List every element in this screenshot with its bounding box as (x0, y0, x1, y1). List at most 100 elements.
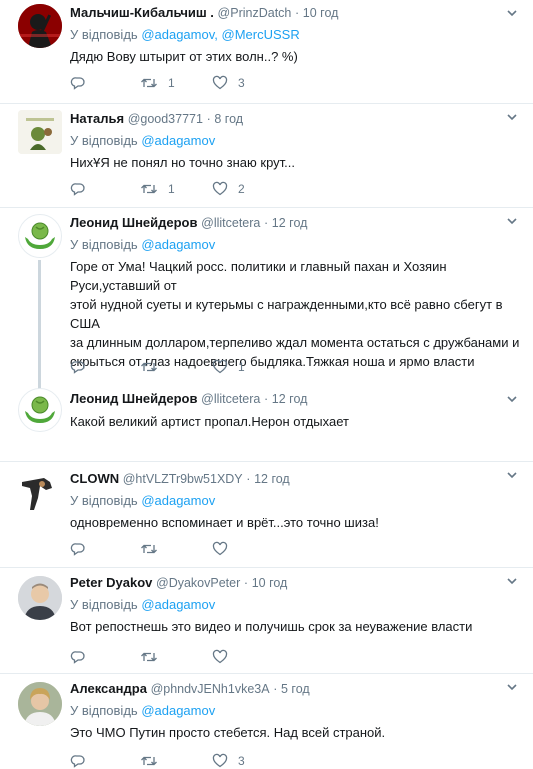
tweet-header: Наталья @good37771 · 8 год (70, 110, 521, 128)
like-button[interactable]: 3 (212, 753, 246, 769)
display-name[interactable]: Мальчиш-Кибальчиш . (70, 5, 214, 20)
display-name[interactable]: Peter Dyakov (70, 575, 152, 590)
replying-label: У відповідь (70, 27, 138, 42)
like-icon (212, 75, 228, 90)
like-icon (212, 649, 228, 664)
reply-button[interactable] (70, 75, 104, 91)
reply-button[interactable] (70, 359, 104, 375)
like-button[interactable]: 1 (212, 359, 246, 375)
tweet-text: Дядю Вову штырит от этих волн..? %) (70, 49, 298, 64)
retweet-icon (141, 544, 157, 554)
tweet-text: НихҰЯ не понял но точно знаю крут... (70, 155, 296, 170)
mention-link[interactable]: @MercUSSR (222, 27, 300, 42)
tweet-text-line: этой нудной суеты и кутерьмы с награжден… (70, 297, 503, 331)
display-name[interactable]: Наталья (70, 111, 124, 126)
avatar[interactable] (18, 682, 62, 726)
user-handle[interactable]: @llitcetera (201, 216, 260, 230)
tweet[interactable]: Леонид Шнейдеров @llitcetera · 12 год У … (0, 208, 533, 390)
user-handle[interactable]: @htVLZTr9bw51XDY (123, 472, 243, 486)
tweet-header: Мальчиш-Кибальчиш . @PrinzDatch · 10 год (70, 4, 521, 22)
replying-label: У відповідь (70, 703, 138, 718)
avatar[interactable] (18, 576, 62, 620)
timestamp[interactable]: 5 год (281, 682, 310, 696)
user-handle[interactable]: @PrinzDatch (218, 6, 292, 20)
reply-button[interactable] (70, 541, 104, 557)
tweet[interactable]: Мальчиш-Кибальчиш . @PrinzDatch · 10 год… (0, 0, 533, 104)
retweet-button[interactable]: 1 (140, 76, 176, 90)
replying-to: У відповідь @adagamov (70, 702, 521, 719)
user-handle[interactable]: @phndvJENh1vke3A (151, 682, 270, 696)
display-name[interactable]: Леонид Шнейдеров (70, 215, 198, 230)
retweet-button[interactable] (140, 360, 176, 374)
display-name[interactable]: Леонид Шнейдеров (70, 391, 198, 406)
retweet-icon (141, 78, 157, 88)
user-handle[interactable]: @good37771 (128, 112, 203, 126)
reply-icon (70, 755, 85, 768)
tweet[interactable]: Александра @phndvJENh1vke3A · 5 год У ві… (0, 674, 533, 769)
like-button[interactable]: 3 (212, 75, 246, 91)
tweet[interactable]: Леонид Шнейдеров @llitcetera · 12 год Ка… (0, 386, 533, 462)
tweet-actions: 3 (70, 752, 282, 769)
tweet-header: Леонид Шнейдеров @llitcetera · 12 год (70, 390, 521, 408)
mention-link[interactable]: @adagamov (141, 133, 215, 148)
chevron-down-icon[interactable] (505, 110, 519, 124)
timestamp[interactable]: 12 год (254, 472, 290, 486)
user-handle[interactable]: @DyakovPeter (156, 576, 240, 590)
replying-to: У відповідь @adagamov (70, 236, 521, 253)
retweet-button[interactable]: 1 (140, 182, 176, 196)
retweet-button[interactable] (140, 542, 176, 556)
avatar[interactable] (18, 214, 62, 258)
avatar[interactable] (18, 468, 62, 512)
replying-label: У відповідь (70, 133, 138, 148)
tweet[interactable]: Наталья @good37771 · 8 год У відповідь @… (0, 104, 533, 208)
avatar[interactable] (18, 110, 62, 154)
replying-label: У відповідь (70, 597, 138, 612)
retweet-count: 1 (168, 182, 175, 196)
mention-link[interactable]: @adagamov (141, 237, 215, 252)
timestamp[interactable]: 12 год (272, 216, 308, 230)
tweet-text-line: Горе от Ума! Чацкий росс. политики и гла… (70, 259, 447, 274)
like-button[interactable] (212, 649, 246, 665)
mention-link[interactable]: @adagamov, (141, 27, 218, 42)
tweet[interactable]: CLOWN @htVLZTr9bw51XDY · 12 год У відпов… (0, 462, 533, 568)
like-button[interactable]: 2 (212, 181, 246, 197)
timestamp[interactable]: 8 год (214, 112, 243, 126)
like-button[interactable] (212, 541, 246, 557)
reply-button[interactable] (70, 181, 104, 197)
separator-dot: · (264, 392, 269, 406)
separator-dot: · (246, 472, 251, 486)
user-handle[interactable]: @llitcetera (201, 392, 260, 406)
chevron-down-icon[interactable] (505, 468, 519, 482)
retweet-icon (141, 362, 157, 372)
timestamp[interactable]: 12 год (272, 392, 308, 406)
chevron-down-icon[interactable] (505, 6, 519, 20)
tweet-text: Вот репостнешь это видео и получишь срок… (70, 619, 473, 634)
tweet[interactable]: Peter Dyakov @DyakovPeter · 10 год У від… (0, 568, 533, 674)
chevron-down-icon[interactable] (505, 392, 519, 406)
mention-link[interactable]: @adagamov (141, 493, 215, 508)
reply-button[interactable] (70, 753, 104, 769)
retweet-icon (141, 756, 157, 766)
timestamp[interactable]: 10 год (252, 576, 288, 590)
like-count: 3 (238, 76, 245, 90)
display-name[interactable]: Александра (70, 681, 147, 696)
chevron-down-icon[interactable] (505, 214, 519, 228)
replying-to: У відповідь @adagamov (70, 596, 521, 613)
timestamp[interactable]: 10 год (303, 6, 339, 20)
avatar[interactable] (18, 4, 62, 48)
mention-link[interactable]: @adagamov (141, 597, 215, 612)
tweet-header: Леонид Шнейдеров @llitcetera · 12 год (70, 214, 521, 232)
retweet-button[interactable] (140, 650, 176, 664)
tweet-actions: 1 (70, 358, 282, 376)
display-name[interactable]: CLOWN (70, 471, 119, 486)
chevron-down-icon[interactable] (505, 680, 519, 694)
avatar[interactable] (18, 388, 62, 432)
reply-button[interactable] (70, 649, 104, 665)
tweet-text: одновременно вспоминает и врёт...это точ… (70, 515, 379, 530)
tweet-body: Peter Dyakov @DyakovPeter · 10 год У від… (70, 574, 521, 636)
tweet-text: Горе от Ума! Чацкий росс. политики и гла… (70, 257, 521, 371)
retweet-button[interactable] (140, 754, 176, 768)
chevron-down-icon[interactable] (505, 574, 519, 588)
replying-to: У відповідь @adagamov (70, 492, 521, 509)
mention-link[interactable]: @adagamov (141, 703, 215, 718)
